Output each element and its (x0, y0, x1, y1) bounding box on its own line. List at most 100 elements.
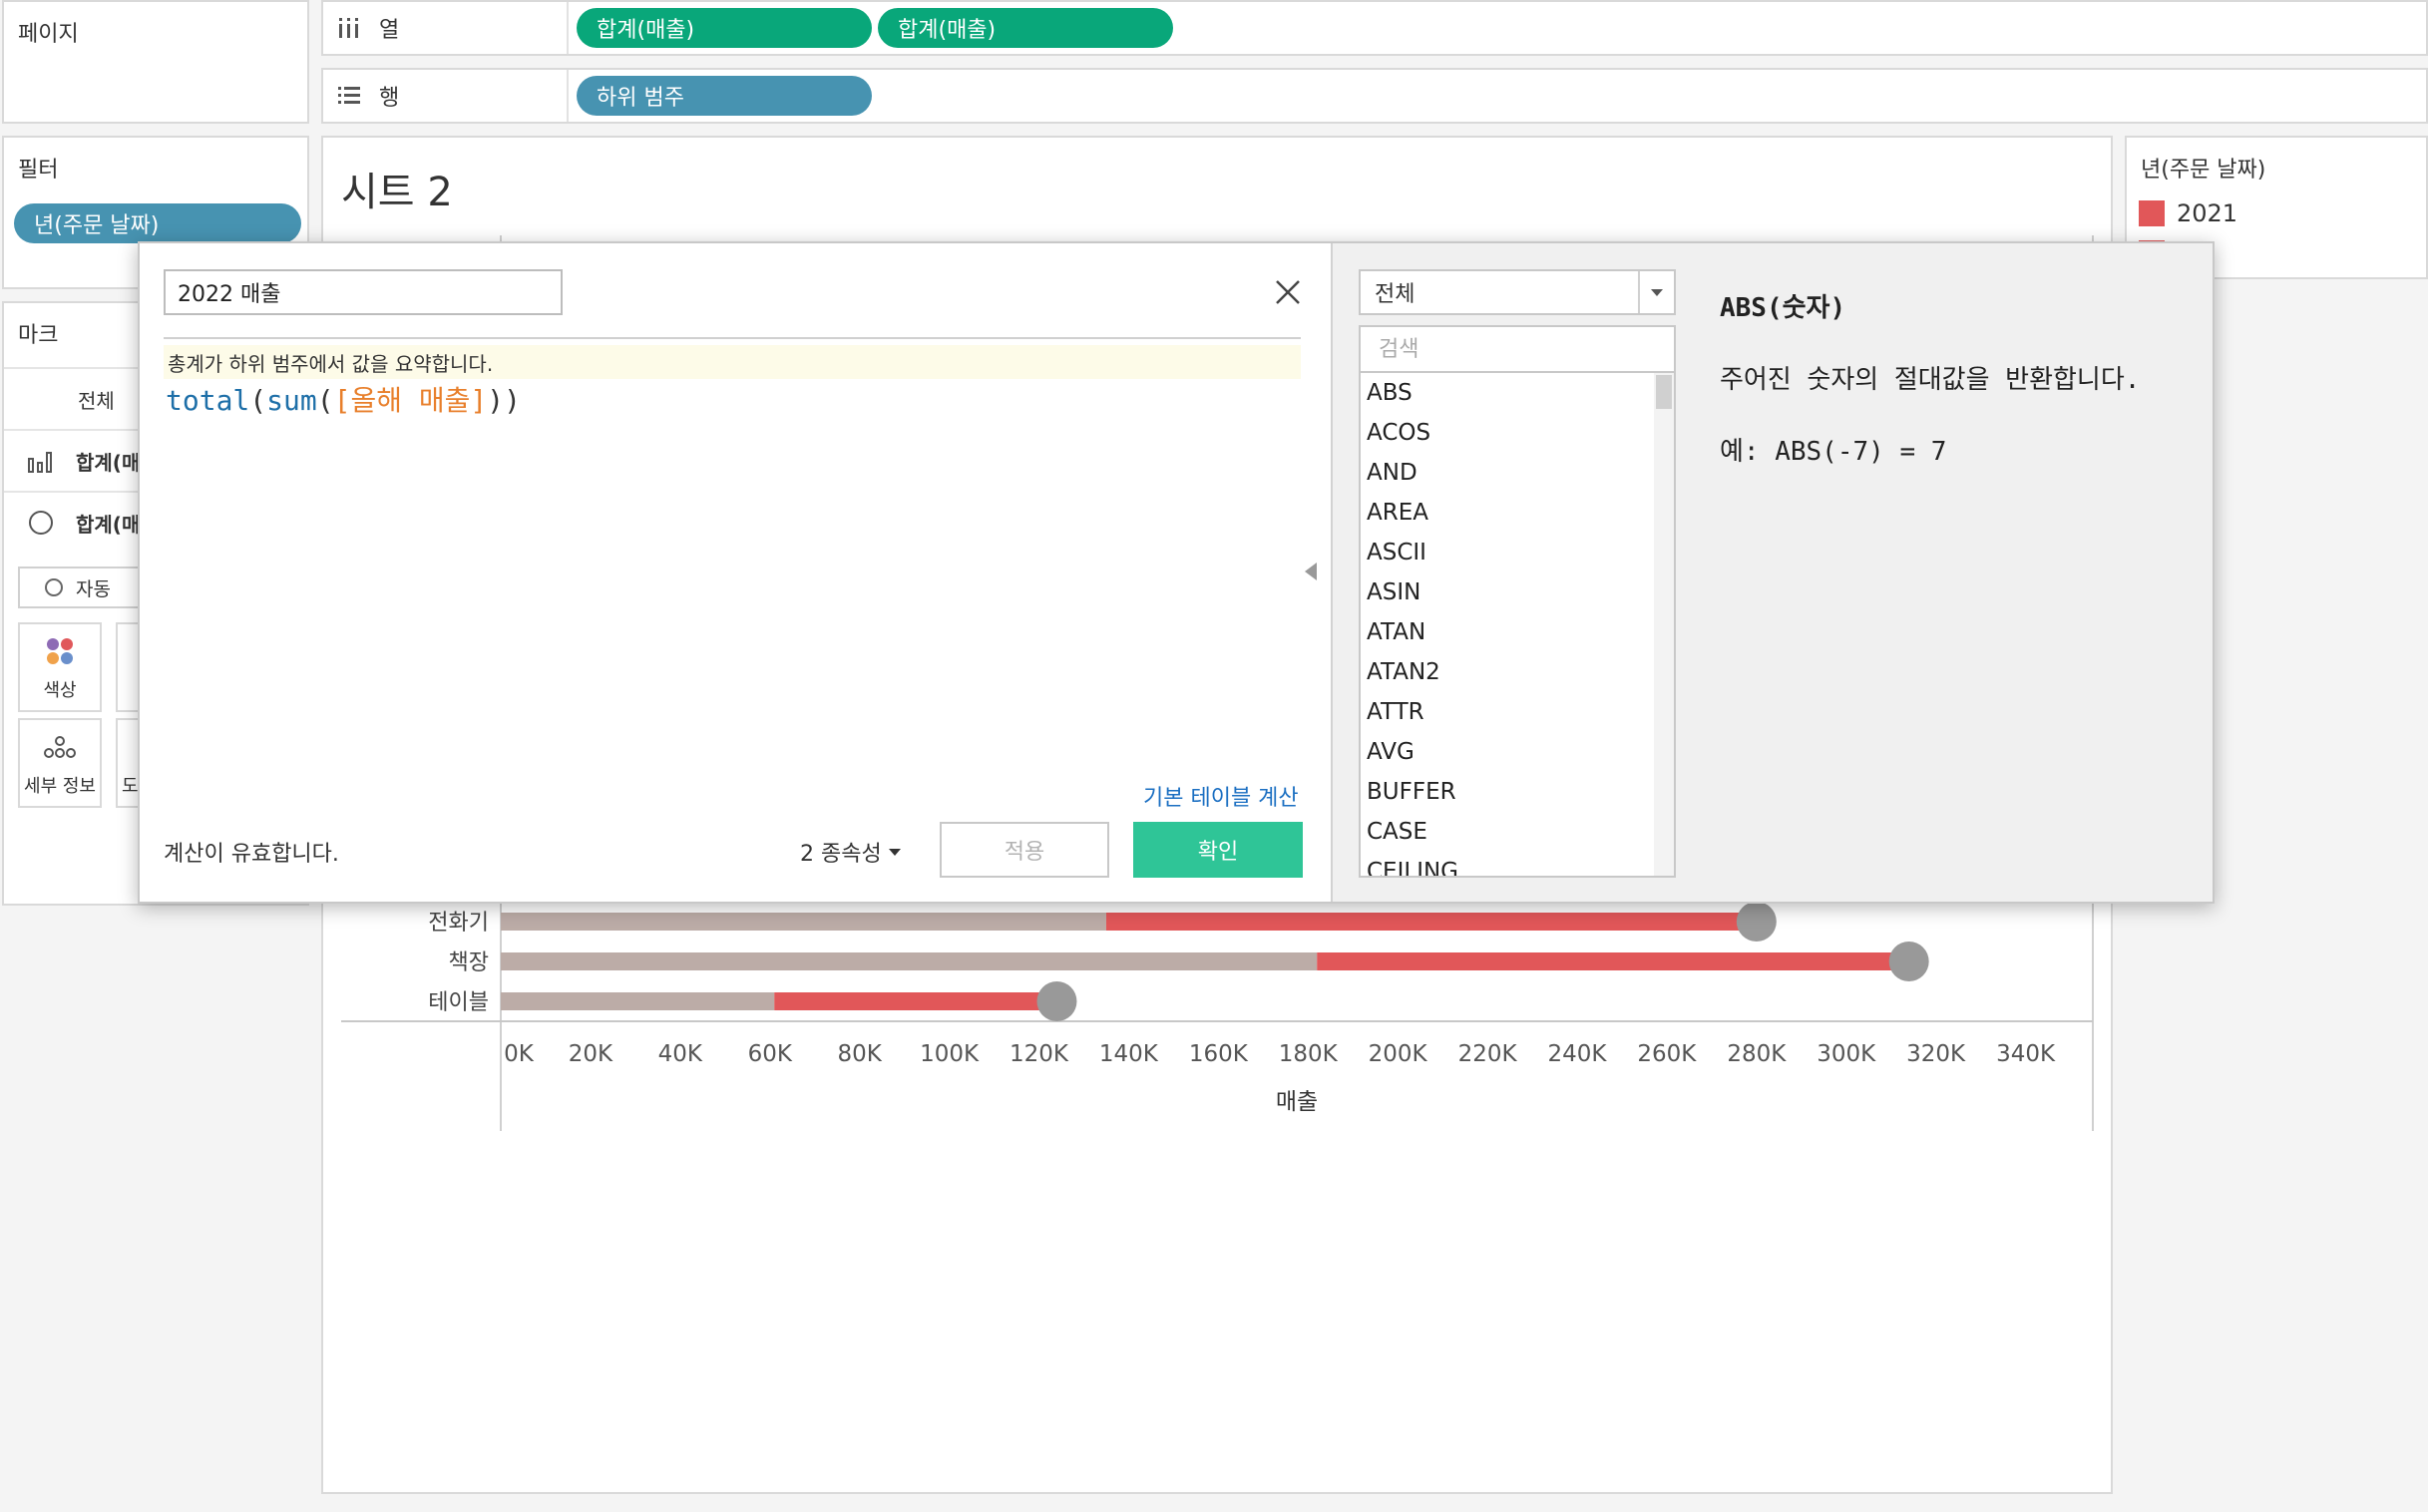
x-tick-label: 260K (1637, 1041, 1697, 1067)
function-list-item[interactable]: CASE (1361, 812, 1674, 852)
rows-shelf-label: 행 (323, 70, 569, 122)
code-paren: )) (487, 384, 521, 417)
x-tick-label: 280K (1727, 1041, 1787, 1067)
function-list-item[interactable]: ABS (1361, 373, 1674, 413)
calculation-dialog: 총계가 하위 범주에서 값을 요약합니다. total(sum([올해 매출])… (138, 241, 2215, 904)
circle-icon (29, 511, 53, 535)
bar-series-1[interactable] (501, 992, 775, 1010)
columns-icon (339, 18, 358, 38)
default-table-calc-link[interactable]: 기본 테이블 계산 (1143, 780, 1299, 812)
detail-button[interactable]: 세부 정보 (18, 718, 102, 808)
function-doc-description: 주어진 숫자의 절대값을 반환합니다. (1720, 365, 2141, 395)
bar-series-2[interactable] (774, 992, 1057, 1010)
function-reference-pane: 전체 ABSACOSANDAREAASCIIASINATANATAN2ATTRA… (1331, 243, 2213, 902)
chevron-down-icon[interactable] (1638, 271, 1674, 313)
function-list-item[interactable]: ATTR (1361, 692, 1674, 732)
x-tick-label: 300K (1817, 1041, 1876, 1067)
pill-label: 년(주문 날짜) (34, 213, 160, 238)
function-list-item[interactable]: ASCII (1361, 533, 1674, 572)
x-tick-label: 340K (1996, 1041, 2056, 1067)
bar-series-1[interactable] (501, 952, 1318, 970)
function-category-label: 전체 (1375, 282, 1416, 307)
columns-shelf[interactable]: 열 합계(매출) 합계(매출) (321, 0, 2428, 56)
x-tick-label: 220K (1458, 1041, 1518, 1067)
function-list[interactable]: ABS ACOS AND AREA ASCII ASIN ATAN ATAN2 ATTR AVG B… (1359, 373, 1676, 878)
x-tick-label: 0K (504, 1041, 535, 1067)
circle-icon (45, 578, 63, 596)
code-paren: ( (316, 384, 334, 417)
bar-chart-icon (28, 452, 52, 473)
code-paren: ( (249, 384, 267, 417)
pill-label: 하위 범주 (597, 86, 684, 111)
total-marker[interactable] (1736, 902, 1777, 942)
calc-name-input[interactable] (164, 269, 563, 315)
category-label: 테이블 (428, 990, 489, 1015)
formula-code: total(sum([올해 매출])) (166, 379, 521, 419)
function-list-item[interactable]: AND (1361, 453, 1674, 493)
x-tick-label: 60K (748, 1041, 793, 1067)
x-tick-label: 20K (569, 1041, 613, 1067)
bar-series-2[interactable] (1317, 952, 1909, 970)
function-list-item[interactable]: AREA (1361, 493, 1674, 533)
rows-shelf[interactable]: 행 하위 범주 (321, 68, 2428, 124)
x-tick-label: 320K (1906, 1041, 1966, 1067)
collapse-panel-icon[interactable] (1305, 563, 1317, 580)
x-tick-label: 180K (1279, 1041, 1339, 1067)
pages-shelf[interactable]: 페이지 (2, 0, 309, 124)
x-tick-label: 240K (1547, 1041, 1607, 1067)
caret-down-icon (888, 849, 901, 856)
marks-all-label: 전체 (78, 388, 115, 413)
x-axis-title: 매출 (1276, 1089, 1318, 1115)
filter-pill-order-year[interactable]: 년(주문 날짜) (14, 203, 301, 243)
bar-series-1[interactable] (501, 913, 1106, 931)
function-category-select[interactable]: 전체 (1359, 269, 1676, 315)
code-field: [올해 매출] (333, 384, 488, 417)
function-list-item[interactable]: ASIN (1361, 572, 1674, 612)
marks-layer-label: 합계(매 (76, 512, 141, 537)
x-tick-label: 200K (1369, 1041, 1428, 1067)
total-marker[interactable] (1888, 942, 1929, 981)
x-tick-label: 120K (1010, 1041, 1069, 1067)
rows-pill-subcategory[interactable]: 하위 범주 (577, 76, 872, 116)
function-list-scrollbar[interactable] (1654, 373, 1674, 876)
columns-pill-sales-1[interactable]: 합계(매출) (577, 8, 872, 48)
category-label: 책장 (449, 950, 489, 975)
columns-pill-sales-2[interactable]: 합계(매출) (878, 8, 1173, 48)
x-tick-label: 40K (658, 1041, 703, 1067)
x-tick-label: 160K (1189, 1041, 1249, 1067)
detail-label: 세부 정보 (24, 776, 96, 797)
bar-series-2[interactable] (1105, 913, 1757, 931)
close-icon[interactable] (1271, 275, 1305, 309)
columns-shelf-label: 열 (323, 2, 569, 54)
dependencies-dropdown[interactable]: 2 종속성 (800, 836, 902, 868)
dependencies-label: 2 종속성 (800, 842, 882, 867)
apply-button[interactable]: 적용 (940, 822, 1109, 878)
mark-type-label: 자동 (76, 577, 111, 600)
function-list-item[interactable]: CEILING (1361, 852, 1674, 876)
scroll-thumb[interactable] (1656, 375, 1672, 409)
category-label: 전화기 (428, 911, 489, 936)
function-list-item[interactable]: AVG (1361, 732, 1674, 772)
legend-item-2021[interactable]: 2021 (2139, 199, 2237, 227)
function-list-item[interactable]: BUFFER (1361, 772, 1674, 812)
pill-label: 합계(매출) (898, 18, 997, 43)
total-marker[interactable] (1036, 981, 1077, 1021)
function-doc-title: ABS(숫자) (1720, 293, 1846, 323)
calc-status: 계산이 유효합니다. (164, 842, 339, 867)
function-list-item[interactable]: ATAN2 (1361, 652, 1674, 692)
formula-editor[interactable]: 총계가 하위 범주에서 값을 요약합니다. total(sum([올해 매출])… (164, 337, 1301, 706)
color-button[interactable]: 색상 (18, 622, 102, 712)
legend-label: 2021 (2177, 199, 2238, 227)
function-search-input[interactable] (1359, 325, 1676, 373)
detail-icon (44, 736, 76, 758)
pill-label: 합계(매출) (597, 18, 695, 43)
marks-title: 마크 (18, 323, 59, 348)
calc-editor-pane: 총계가 하위 범주에서 값을 요약합니다. total(sum([올해 매출])… (140, 243, 1327, 902)
pages-title: 페이지 (18, 22, 79, 47)
ok-button[interactable]: 확인 (1133, 822, 1303, 878)
color-icon (47, 638, 73, 664)
x-tick-label: 80K (837, 1041, 882, 1067)
marks-layer-label: 합계(매 (76, 450, 141, 475)
function-list-item[interactable]: ACOS (1361, 413, 1674, 453)
function-list-item[interactable]: ATAN (1361, 612, 1674, 652)
